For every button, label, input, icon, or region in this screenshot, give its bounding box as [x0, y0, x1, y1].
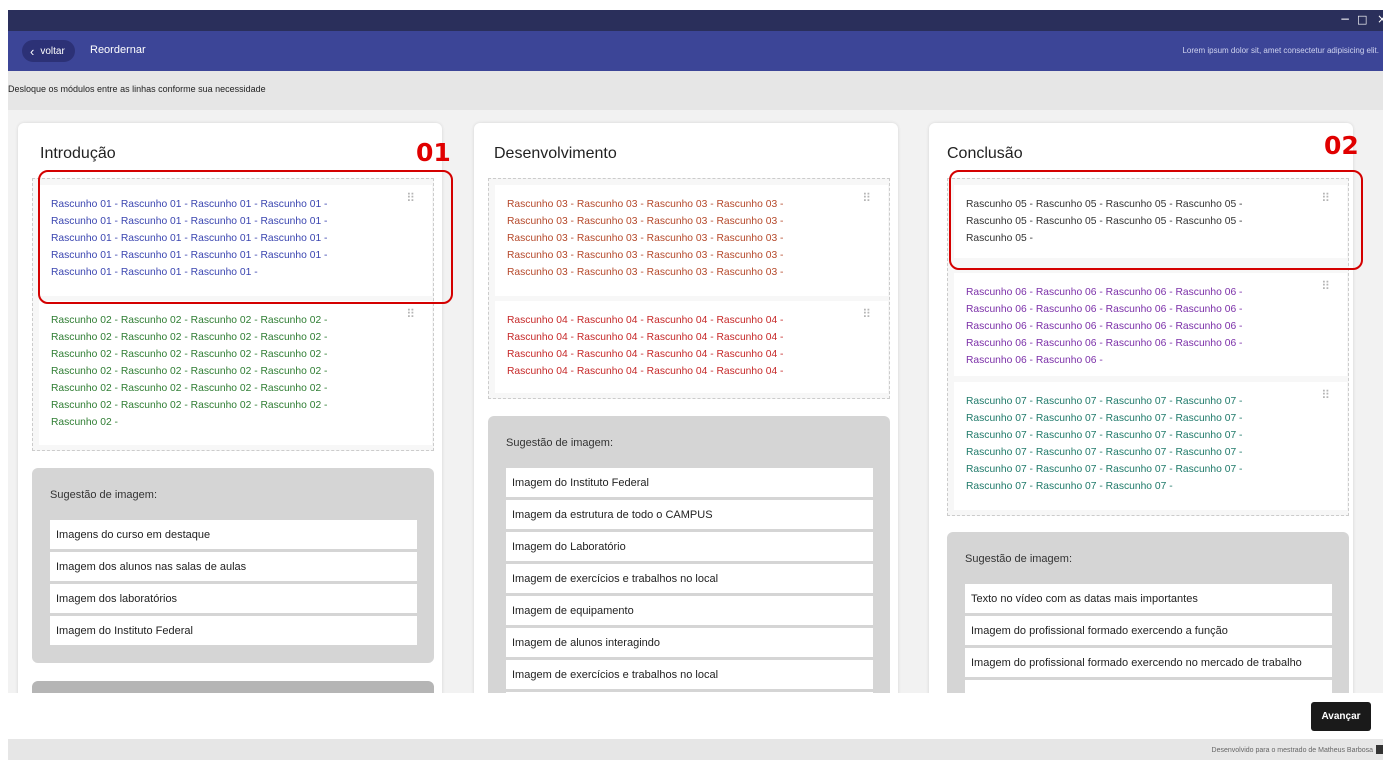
image-suggestion-panel: Sugestão de imagem: Imagens do curso em … [32, 468, 434, 663]
suggestion-item[interactable]: Imagens do curso em destaque [50, 520, 417, 549]
draft-card-text: Rascunho 04 - Rascunho 04 - Rascunho 04 … [507, 315, 784, 377]
column-title: Conclusão [947, 145, 1023, 162]
image-suggestion-panel: Sugestão de imagem: Texto no vídeo com a… [947, 532, 1349, 693]
credits-bar: Desenvolvido para o mestrado de Matheus … [8, 739, 1383, 760]
suggestion-item[interactable]: Texto no vídeo com as datas mais importa… [965, 584, 1332, 613]
instruction-text: Desloque os módulos entre as linhas conf… [8, 84, 266, 94]
suggestion-title: Sugestão de imagem: [506, 437, 614, 449]
window-titlebar: − □ × [8, 10, 1383, 31]
draft-card[interactable]: Rascunho 06 - Rascunho 06 - Rascunho 06 … [954, 273, 1347, 376]
card-dropzone[interactable]: Rascunho 03 - Rascunho 03 - Rascunho 03 … [488, 178, 890, 399]
column-conclusao: Conclusão 02 Rascunho 05 - Rascunho 05 -… [929, 123, 1363, 693]
suggestion-item[interactable]: Imagem do Instituto Federal [50, 616, 417, 645]
suggestion-item[interactable]: Imagem de alunos interagindo [506, 628, 873, 657]
top-strip [0, 0, 1383, 10]
suggestion-title: Sugestão de imagem: [50, 489, 158, 501]
next-panel [32, 681, 434, 693]
page-title: Reordernar [90, 44, 146, 56]
back-label: voltar [40, 45, 65, 57]
suggestion-item[interactable] [965, 680, 1332, 693]
suggestion-item[interactable]: Imagem do Instituto Federal [506, 468, 873, 497]
logo-icon [1376, 745, 1383, 754]
draft-card[interactable]: Rascunho 02 - Rascunho 02 - Rascunho 02 … [39, 301, 432, 445]
highlight-frame [38, 170, 453, 304]
highlight-frame [949, 170, 1363, 270]
draft-card-text: Rascunho 06 - Rascunho 06 - Rascunho 06 … [966, 287, 1243, 366]
back-button[interactable]: ‹ voltar [22, 40, 75, 62]
draft-card-text: Rascunho 07 - Rascunho 07 - Rascunho 07 … [966, 396, 1243, 492]
drag-handle-icon[interactable]: ⠿ [1321, 280, 1330, 292]
chevron-left-icon: ‹ [30, 43, 35, 59]
suggestion-item[interactable]: Imagem de equipamento [506, 596, 873, 625]
suggestion-title: Sugestão de imagem: [965, 553, 1073, 565]
app-header: ‹ voltar Reordernar Lorem ipsum dolor si… [8, 31, 1383, 71]
suggestion-item[interactable]: Imagem do profissional formado exercendo… [965, 616, 1332, 645]
suggestion-item[interactable]: Imagem de exercícios e trabalhos no loca… [506, 660, 873, 689]
annotation-marker: 02 [1324, 131, 1359, 160]
suggestion-item[interactable]: Imagem dos alunos nas salas de aulas [50, 552, 417, 581]
action-bar: Avançar [8, 693, 1383, 739]
column-desenvolvimento: Desenvolvimento Rascunho 03 - Rascunho 0… [474, 123, 898, 693]
suggestion-item[interactable]: Imagem do Laboratório [506, 532, 873, 561]
drag-handle-icon[interactable]: ⠿ [1321, 389, 1330, 401]
column-title: Desenvolvimento [494, 145, 617, 162]
header-subtitle: Lorem ipsum dolor sit, amet consectetur … [1182, 46, 1379, 55]
suggestion-item[interactable]: Imagem da estrutura de todo o CAMPUS [506, 500, 873, 529]
drag-handle-icon[interactable]: ⠿ [862, 308, 871, 320]
suggestion-item[interactable]: Imagem do profissional formado exercendo… [965, 648, 1332, 677]
draft-card[interactable]: Rascunho 03 - Rascunho 03 - Rascunho 03 … [495, 185, 888, 296]
close-icon[interactable]: × [1377, 12, 1383, 26]
drag-handle-icon[interactable]: ⠿ [406, 308, 415, 320]
next-button[interactable]: Avançar [1311, 702, 1371, 731]
draft-card[interactable]: Rascunho 04 - Rascunho 04 - Rascunho 04 … [495, 301, 888, 393]
draft-card-text: Rascunho 02 - Rascunho 02 - Rascunho 02 … [51, 315, 328, 428]
suggestion-item[interactable]: Imagem de exercícios e trabalhos no loca… [506, 564, 873, 593]
drag-handle-icon[interactable]: ⠿ [862, 192, 871, 204]
draft-card[interactable]: Rascunho 07 - Rascunho 07 - Rascunho 07 … [954, 382, 1347, 510]
board: Introdução 01 Rascunho 01 - Rascunho 01 … [8, 110, 1383, 693]
credits-text: Desenvolvido para o mestrado de Matheus … [1211, 747, 1373, 754]
annotation-marker: 01 [416, 138, 451, 167]
column-introducao: Introdução 01 Rascunho 01 - Rascunho 01 … [18, 123, 453, 693]
maximize-icon[interactable]: □ [1357, 13, 1367, 26]
column-title: Introdução [40, 145, 116, 162]
image-suggestion-panel: Sugestão de imagem: Imagem do Instituto … [488, 416, 890, 693]
draft-card-text: Rascunho 03 - Rascunho 03 - Rascunho 03 … [507, 199, 784, 278]
minimize-icon[interactable]: − [1340, 12, 1350, 26]
instruction-bar: Desloque os módulos entre as linhas conf… [8, 71, 1383, 110]
suggestion-item[interactable]: Imagem dos laboratórios [50, 584, 417, 613]
